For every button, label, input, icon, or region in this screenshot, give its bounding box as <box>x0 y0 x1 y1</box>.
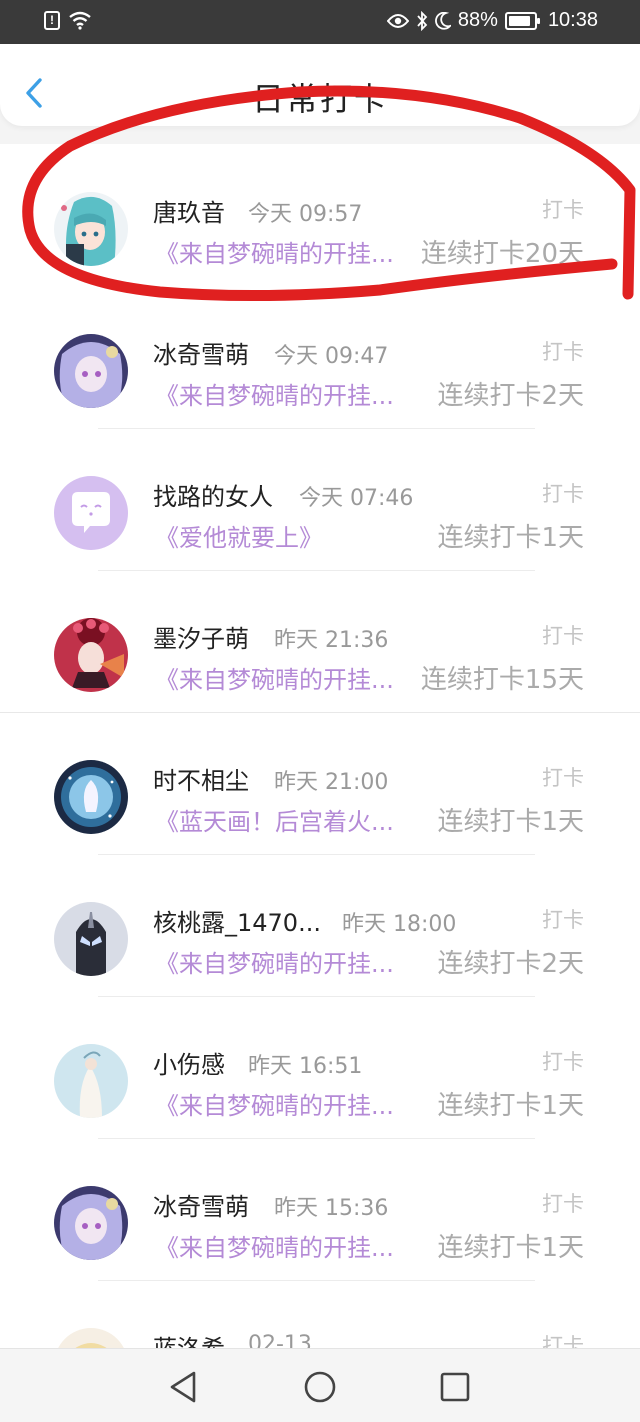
book-title[interactable]: 《来自梦碗晴的开挂... <box>155 1086 394 1121</box>
checkin-time: 昨天 18:00 <box>342 912 457 937</box>
avatar[interactable] <box>54 618 128 692</box>
user-name[interactable]: 小伤感 <box>153 1045 225 1080</box>
avatar[interactable] <box>54 1044 128 1118</box>
avatar[interactable] <box>54 334 128 408</box>
square-recents-icon[interactable] <box>437 1369 473 1405</box>
book-title[interactable]: 《蓝天画！后宫着火... <box>155 802 394 837</box>
battery-icon <box>504 11 540 30</box>
streak-text: 连续打卡1天 <box>437 1091 584 1121</box>
page-title: 日常打卡 <box>251 80 388 118</box>
checkin-time: 今天 09:47 <box>274 344 389 369</box>
list-item[interactable]: 冰奇雪萌 今天 09:47 打卡 《来自梦碗晴的开挂... 连续打卡2天 <box>0 287 640 429</box>
checkin-time: 昨天 21:00 <box>274 770 389 795</box>
list-item[interactable]: 找路的女人 今天 07:46 打卡 《爱他就要上》 连续打卡1天 <box>0 429 640 571</box>
checkin-tag: 打卡 <box>542 766 584 790</box>
streak-text: 连续打卡1天 <box>437 807 584 837</box>
checkin-time: 今天 07:46 <box>299 486 414 511</box>
header-bar: 日常打卡 <box>0 44 640 126</box>
user-name[interactable]: 冰奇雪萌 <box>153 335 249 370</box>
streak-text: 连续打卡2天 <box>437 949 584 979</box>
wifi-icon <box>69 11 91 30</box>
checkin-tag: 打卡 <box>542 482 584 506</box>
user-name[interactable]: 墨汐子萌 <box>153 619 249 654</box>
system-nav-bar <box>0 1348 640 1422</box>
book-title[interactable]: 《来自梦碗晴的开挂... <box>155 376 394 411</box>
bluetooth-icon <box>417 10 428 31</box>
list-item[interactable]: 小伤感 昨天 16:51 打卡 《来自梦碗晴的开挂... 连续打卡1天 <box>0 997 640 1139</box>
streak-text: 连续打卡2天 <box>437 381 584 411</box>
avatar[interactable] <box>54 902 128 976</box>
user-name[interactable]: 时不相尘 <box>153 761 249 796</box>
list-item[interactable]: 墨汐子萌 昨天 21:36 打卡 《来自梦碗晴的开挂... 连续打卡15天 <box>0 571 640 713</box>
avatar[interactable] <box>54 476 128 550</box>
checkin-time: 昨天 21:36 <box>274 628 389 653</box>
circle-home-icon[interactable] <box>302 1369 338 1405</box>
checkin-tag: 打卡 <box>542 340 584 364</box>
streak-text: 连续打卡20天 <box>420 239 584 269</box>
list-item[interactable]: 唐玖音 今天 09:57 打卡 《来自梦碗晴的开挂... 连续打卡20天 <box>0 145 640 287</box>
list-item[interactable]: 时不相尘 昨天 21:00 打卡 《蓝天画！后宫着火... 连续打卡1天 <box>0 713 640 855</box>
alert-icon: ! <box>44 10 60 30</box>
checkin-list: 唐玖音 今天 09:57 打卡 《来自梦碗晴的开挂... 连续打卡20天 冰奇雪… <box>0 145 640 1422</box>
battery-percent: 88% <box>457 9 498 31</box>
avatar[interactable] <box>54 1186 128 1260</box>
clock: 10:38 <box>547 9 598 31</box>
status-bar: ! 88% 10:38 <box>0 0 640 44</box>
checkin-time: 昨天 16:51 <box>248 1054 363 1079</box>
book-title[interactable]: 《来自梦碗晴的开挂... <box>155 234 394 269</box>
moon-icon <box>435 11 451 30</box>
book-title[interactable]: 《来自梦碗晴的开挂... <box>155 660 394 695</box>
list-item[interactable]: 核桃露_1470... 昨天 18:00 打卡 《来自梦碗晴的开挂... 连续打… <box>0 855 640 997</box>
checkin-time: 昨天 15:36 <box>274 1196 389 1221</box>
checkin-tag: 打卡 <box>542 1050 584 1074</box>
battery-level <box>508 15 531 26</box>
streak-text: 连续打卡1天 <box>437 523 584 553</box>
book-title[interactable]: 《来自梦碗晴的开挂... <box>155 944 394 979</box>
eye-icon <box>386 13 409 28</box>
user-name[interactable]: 冰奇雪萌 <box>153 1187 249 1222</box>
header: 日常打卡 <box>0 44 640 144</box>
checkin-tag: 打卡 <box>542 908 584 932</box>
list-item[interactable]: 冰奇雪萌 昨天 15:36 打卡 《来自梦碗晴的开挂... 连续打卡1天 <box>0 1139 640 1281</box>
checkin-tag: 打卡 <box>542 624 584 648</box>
checkin-time: 今天 09:57 <box>248 202 363 227</box>
checkin-tag: 打卡 <box>542 1192 584 1216</box>
streak-text: 连续打卡1天 <box>437 1233 584 1263</box>
user-name[interactable]: 找路的女人 <box>153 477 273 512</box>
book-title[interactable]: 《爱他就要上》 <box>155 518 323 553</box>
user-name[interactable]: 唐玖音 <box>153 193 225 228</box>
user-name[interactable]: 核桃露_1470... <box>153 903 321 938</box>
streak-text: 连续打卡15天 <box>420 665 584 695</box>
triangle-back-icon[interactable] <box>166 1369 202 1405</box>
checkin-tag: 打卡 <box>542 198 584 222</box>
book-title[interactable]: 《来自梦碗晴的开挂... <box>155 1228 394 1263</box>
avatar[interactable] <box>54 192 128 266</box>
avatar[interactable] <box>54 760 128 834</box>
